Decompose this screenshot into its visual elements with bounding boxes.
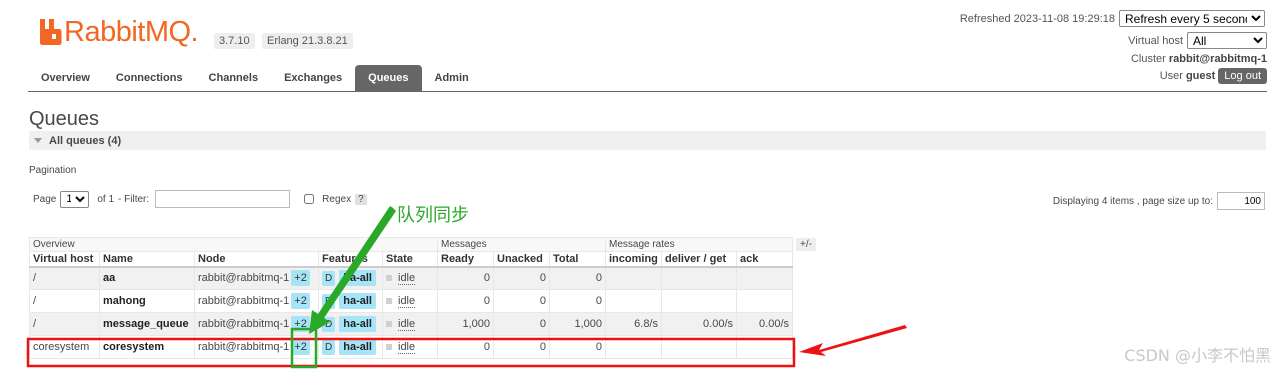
annotation-label: 队列同步 <box>397 205 469 226</box>
annotation-overlay <box>26 206 907 369</box>
red-highlight-box <box>26 337 796 368</box>
watermark: CSDN @小李不怕黑 <box>1124 346 1271 365</box>
red-arrow-icon <box>799 325 907 356</box>
green-highlight-box <box>290 327 318 369</box>
green-arrow-icon <box>309 206 396 334</box>
